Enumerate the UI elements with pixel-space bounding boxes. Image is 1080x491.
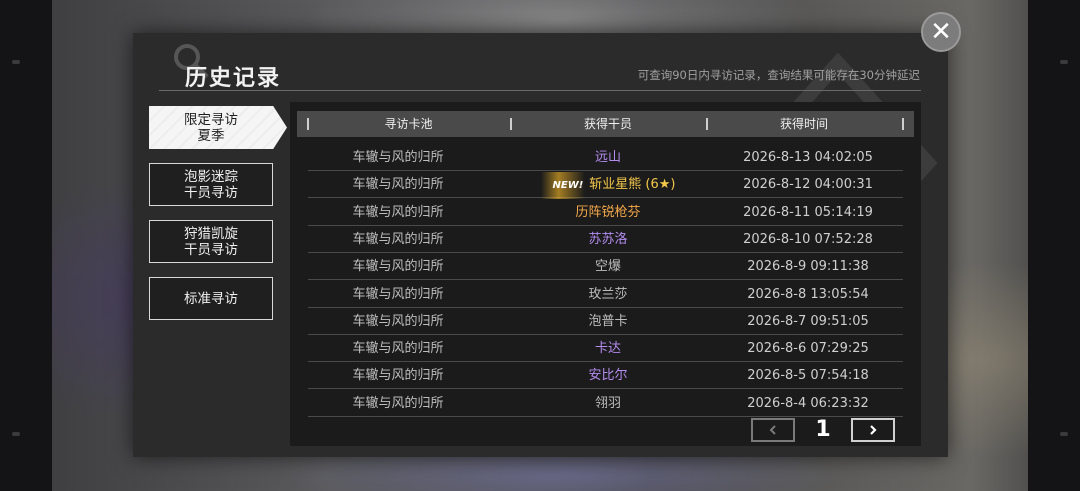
cell-pool: 车辙与风的归所 [352,177,444,193]
operator-name: 安比尔 [588,368,628,384]
page-number: 1 [815,417,831,442]
operator-name: 远山 [594,150,621,165]
cell-operator: 历阵锐枪芬 [508,199,708,226]
cell-pool: 车辙与风的归所 [352,259,444,275]
cell-time: 2026-8-7 09:51:05 [747,313,869,329]
table-row: 车辙与风的归所 远山 2026-8-13 04:02:05 [308,144,903,171]
tab-limited-summer[interactable]: 限定寻访 夏季 [149,106,287,149]
frame-rivet [12,432,20,436]
cell-pool: 车辙与风的归所 [352,341,444,357]
cell-operator: 泡普卡 [508,308,708,335]
table-row: 车辙与风的归所 空爆 2026-8-9 09:11:38 [308,253,903,281]
cell-time: 2026-8-11 05:14:19 [743,204,873,220]
cell-operator: 空爆 [508,253,708,280]
tab-label: 泡影迷踪 干员寻访 [184,168,238,201]
cell-time: 2026-8-6 07:29:25 [747,341,869,357]
cell-time: 2026-8-10 07:52:28 [743,231,873,247]
tab-label: 标准寻访 [184,290,238,307]
cell-time: 2026-8-4 06:23:32 [747,395,869,411]
operator-name: 斩业星熊 (6★) [589,177,676,193]
cell-time: 2026-8-8 13:05:54 [747,286,869,302]
cell-operator: 卡达 [508,335,708,362]
cell-time: 2026-8-13 04:02:05 [743,150,873,165]
new-badge: NEW! [540,172,586,200]
table-row: 车辙与风的归所 泡普卡 2026-8-7 09:51:05 [308,308,903,335]
close-icon: ✕ [930,17,952,47]
cell-operator: 苏苏洛 [508,226,708,253]
table-row: 车辙与风的归所 安比尔 2026-8-5 07:54:18 [308,362,903,390]
chevron-left-icon [769,425,776,435]
cell-pool: 车辙与风的归所 [352,395,444,411]
operator-name: 卡达 [594,341,621,357]
dialog-title: 历史记录 [185,66,282,91]
table-row: 车辙与风的归所 苏苏洛 2026-8-10 07:52:28 [308,226,903,253]
frame-rivet [12,60,20,64]
close-button[interactable]: ✕ [921,12,961,52]
cell-pool: 车辙与风的归所 [352,313,444,329]
right-frame-bar [1028,0,1080,491]
prev-page-button[interactable] [751,418,795,442]
tab-label: 限定寻访 夏季 [184,111,238,144]
header-time: 获得时间 [779,117,828,131]
cell-time: 2026-8-5 07:54:18 [747,368,869,384]
tab-standard[interactable]: 标准寻访 [149,277,273,320]
operator-name: 翎羽 [594,395,621,411]
chevron-right-icon [870,425,877,435]
header-operator: 获得干员 [583,117,632,131]
cell-pool: 车辙与风的归所 [352,204,444,220]
operator-name: 历阵锐枪芬 [575,204,641,220]
operator-name: 泡普卡 [588,313,628,329]
table-header: 寻访卡池 获得干员 获得时间 [297,111,914,137]
frame-rivet [1060,60,1068,64]
table-row: 车辙与风的归所 NEW! 斩业星熊 (6★) 2026-8-12 04:00:31 [308,171,903,200]
cell-operator: NEW! 斩业星熊 (6★) [508,171,708,200]
cell-pool: 车辙与风的归所 [352,150,444,165]
operator-name: 苏苏洛 [588,231,628,247]
table-row: 车辙与风的归所 翎羽 2026-8-4 06:23:32 [308,390,903,417]
tab-label: 狩猎凯旋 干员寻访 [184,225,238,258]
cell-pool: 车辙与风的归所 [352,286,444,302]
next-page-button[interactable] [851,418,895,442]
cell-operator: 玫兰莎 [508,281,708,308]
cell-operator: 安比尔 [508,362,708,389]
cell-operator: 远山 [508,144,708,171]
cell-pool: 车辙与风的归所 [352,368,444,384]
query-notice: 可查询90日内寻访记录，查询结果可能存在30分钟延迟 [637,68,920,82]
cell-time: 2026-8-9 09:11:38 [747,259,869,275]
cell-time: 2026-8-12 04:00:31 [743,177,873,193]
operator-name: 空爆 [594,259,621,275]
table-row: 车辙与风的归所 卡达 2026-8-6 07:29:25 [308,335,903,363]
header-separator [902,118,904,130]
operator-name: 玫兰莎 [588,286,628,302]
table-row: 车辙与风的归所 历阵锐枪芬 2026-8-11 05:14:19 [308,199,903,226]
title-divider [159,90,921,91]
table-row: 车辙与风的归所 玫兰莎 2026-8-8 13:05:54 [308,281,903,308]
left-frame-bar [0,0,52,491]
frame-rivet [1060,432,1068,436]
tab-hunting-triumph[interactable]: 狩猎凯旋 干员寻访 [149,220,273,263]
cell-pool: 车辙与风的归所 [352,231,444,247]
tab-phantom-trail[interactable]: 泡影迷踪 干员寻访 [149,163,273,206]
cell-operator: 翎羽 [508,390,708,417]
header-pool: 寻访卡池 [384,117,433,131]
